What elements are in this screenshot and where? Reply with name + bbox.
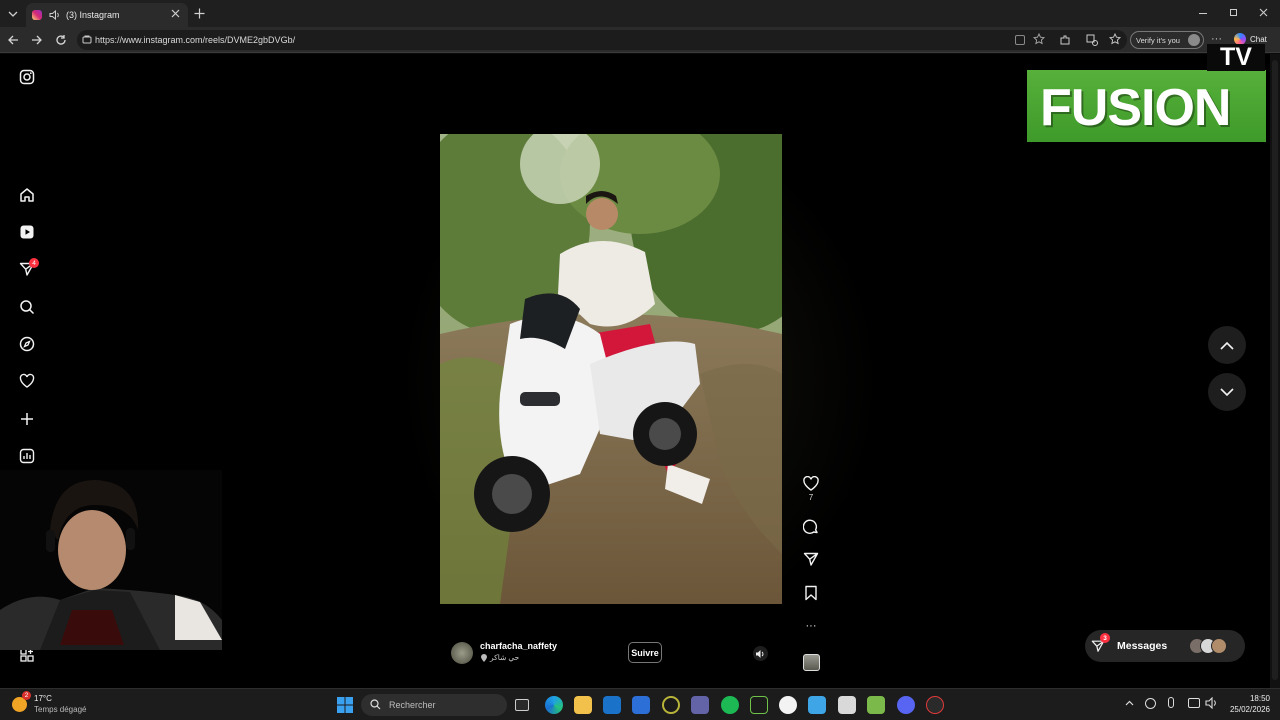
taskbar-search-placeholder: Rechercher bbox=[389, 700, 436, 710]
save-bookmark-icon[interactable] bbox=[801, 585, 821, 601]
outlook-icon[interactable] bbox=[603, 696, 621, 714]
author-username[interactable]: charfacha_naffety bbox=[480, 641, 557, 651]
start-button[interactable] bbox=[337, 697, 353, 713]
notepad-icon[interactable] bbox=[808, 696, 826, 714]
location-pin-icon bbox=[481, 654, 487, 662]
instagram-favicon-icon bbox=[32, 10, 42, 20]
url-field[interactable]: https://www.instagram.com/reels/DVME2gbD… bbox=[77, 30, 1127, 50]
webcam-overlay bbox=[0, 470, 222, 650]
url-text: https://www.instagram.com/reels/DVME2gbD… bbox=[95, 35, 296, 45]
author-avatar[interactable] bbox=[451, 642, 473, 664]
heart-icon[interactable] bbox=[17, 371, 37, 391]
volume-icon[interactable] bbox=[1205, 697, 1218, 709]
tray-sync-icon[interactable] bbox=[1145, 698, 1156, 709]
explore-icon[interactable] bbox=[17, 334, 37, 354]
chevron-up-icon bbox=[1220, 341, 1234, 350]
create-icon[interactable] bbox=[17, 409, 37, 429]
media-app-icon[interactable] bbox=[750, 696, 768, 714]
follow-button[interactable]: Suivre bbox=[628, 642, 662, 663]
messages-avatars bbox=[1189, 638, 1227, 654]
messages-count-badge: 3 bbox=[1100, 633, 1110, 643]
messages-label: Messages bbox=[1117, 640, 1168, 652]
site-info-icon[interactable] bbox=[82, 35, 92, 45]
close-window-icon[interactable] bbox=[1259, 8, 1268, 17]
clock-time[interactable]: 18:50 bbox=[1240, 694, 1270, 703]
reels-icon[interactable] bbox=[17, 222, 37, 242]
reel-location[interactable]: حي شاكر bbox=[490, 653, 519, 662]
reel-footer: charfacha_naffety حي شاكر Suivre bbox=[440, 630, 782, 674]
profile-icon bbox=[1188, 34, 1200, 46]
extensions-icon[interactable] bbox=[1059, 34, 1071, 46]
mute-button[interactable] bbox=[753, 646, 768, 661]
weather-badge: 2 bbox=[22, 691, 31, 700]
restore-icon[interactable] bbox=[1230, 9, 1237, 16]
tab-title: (3) Instagram bbox=[66, 10, 120, 20]
weather-temp: 17°C bbox=[34, 694, 52, 703]
app-circle-icon[interactable] bbox=[662, 696, 680, 714]
address-bar-row: https://www.instagram.com/reels/DVME2gbD… bbox=[0, 27, 1280, 53]
logo-tv: TV bbox=[1207, 43, 1265, 71]
page-scrollbar[interactable] bbox=[1270, 54, 1280, 688]
microphone-icon[interactable] bbox=[1168, 697, 1174, 708]
verify-label: Verify it's you bbox=[1136, 35, 1180, 45]
audio-icon[interactable] bbox=[49, 10, 61, 20]
share-icon[interactable] bbox=[801, 551, 821, 567]
tab-close-icon[interactable] bbox=[171, 9, 180, 18]
messages-badge: 4 bbox=[29, 258, 39, 268]
reel-photo bbox=[440, 134, 782, 604]
search-icon[interactable] bbox=[17, 297, 37, 317]
back-icon[interactable] bbox=[7, 34, 19, 46]
network-icon[interactable] bbox=[1188, 698, 1200, 708]
fusion-logo: FUSION bbox=[1027, 70, 1266, 142]
spotify-icon[interactable] bbox=[721, 696, 739, 714]
favorite-star-icon[interactable] bbox=[1033, 33, 1045, 45]
taskbar-search-icon bbox=[370, 699, 381, 710]
discord-icon[interactable] bbox=[897, 696, 915, 714]
like-action[interactable]: 7 bbox=[801, 476, 821, 502]
collections-icon[interactable] bbox=[1086, 34, 1098, 46]
clock-date[interactable]: 25/02/2026 bbox=[1222, 705, 1270, 714]
tray-chevron-icon[interactable] bbox=[1125, 700, 1134, 706]
favorites-icon[interactable] bbox=[1109, 33, 1122, 46]
tab-instagram[interactable]: (3) Instagram bbox=[26, 3, 188, 27]
app-tools-icon[interactable] bbox=[838, 696, 856, 714]
reel-video[interactable] bbox=[440, 66, 782, 674]
split-view-icon[interactable] bbox=[1015, 35, 1025, 45]
like-heart-icon bbox=[803, 476, 819, 491]
messages-icon[interactable]: 4 bbox=[17, 258, 39, 279]
edge-icon[interactable] bbox=[545, 696, 563, 714]
previous-reel-button[interactable] bbox=[1208, 326, 1246, 364]
home-icon[interactable] bbox=[17, 185, 37, 205]
minimize-icon[interactable] bbox=[1199, 13, 1207, 14]
verify-profile-button[interactable]: Verify it's you bbox=[1130, 31, 1204, 49]
obs-icon[interactable] bbox=[926, 696, 944, 714]
forward-icon[interactable] bbox=[31, 34, 43, 46]
teams-icon[interactable] bbox=[691, 696, 709, 714]
comment-icon[interactable] bbox=[801, 519, 821, 535]
instagram-logo-icon[interactable] bbox=[17, 67, 37, 87]
chevron-down-icon bbox=[1220, 387, 1234, 396]
next-reel-button[interactable] bbox=[1208, 373, 1246, 411]
weather-widget[interactable]: 2 17°C Temps dégagé bbox=[10, 691, 120, 717]
tab-list-icon[interactable] bbox=[7, 8, 19, 20]
logo-text: FUSION bbox=[1040, 79, 1231, 137]
dashboard-icon[interactable] bbox=[17, 446, 37, 466]
app-g-icon[interactable] bbox=[779, 696, 797, 714]
audio-thumbnail[interactable] bbox=[801, 654, 821, 671]
file-explorer-icon[interactable] bbox=[574, 696, 592, 714]
weather-desc: Temps dégagé bbox=[34, 705, 87, 714]
messages-button[interactable]: 3 Messages bbox=[1085, 630, 1245, 662]
chat-label: Chat bbox=[1250, 34, 1267, 44]
app-layers-icon[interactable] bbox=[867, 696, 885, 714]
reload-icon[interactable] bbox=[55, 34, 67, 46]
taskbar-search[interactable]: Rechercher bbox=[361, 694, 507, 716]
new-tab-icon[interactable] bbox=[194, 8, 205, 19]
task-view-icon[interactable] bbox=[515, 699, 529, 711]
windows-taskbar: 2 17°C Temps dégagé Rechercher 18:50 25/… bbox=[0, 688, 1280, 720]
like-count: 7 bbox=[808, 493, 814, 502]
store-icon[interactable] bbox=[632, 696, 650, 714]
more-options-icon[interactable]: ··· bbox=[801, 620, 821, 632]
messages-send-icon: 3 bbox=[1091, 633, 1110, 653]
browser-tab-bar: (3) Instagram bbox=[0, 0, 1280, 27]
